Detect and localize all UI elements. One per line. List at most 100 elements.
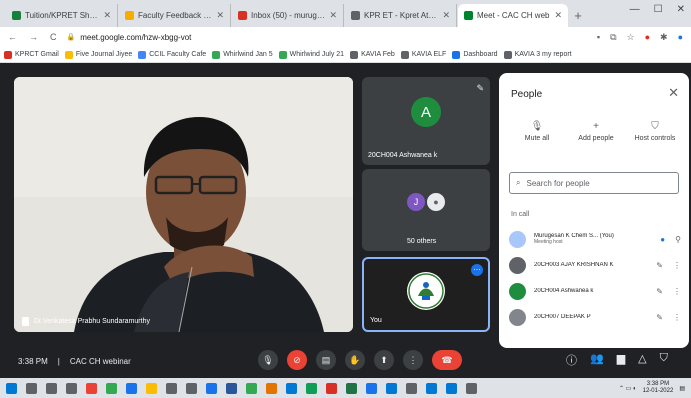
more-vert-icon[interactable]: ⋮: [673, 261, 681, 270]
browser-tab[interactable]: KPR ET - Kpret Attend ✕: [345, 4, 457, 27]
meeting-divider: |: [57, 357, 60, 366]
bookmark-item[interactable]: Five Journal Jiyee: [64, 50, 132, 59]
star-icon[interactable]: ☆: [627, 32, 635, 43]
tab-close-icon[interactable]: ✕: [329, 10, 337, 21]
people-action-button[interactable]: + Add people: [568, 121, 624, 142]
taskbar-app-icon[interactable]: [446, 382, 457, 394]
camera-button[interactable]: ⊘: [287, 350, 307, 370]
extension-icon[interactable]: ●: [645, 32, 650, 43]
taskbar-app-icon[interactable]: [206, 382, 217, 394]
present-button[interactable]: ⬆: [374, 350, 394, 370]
browser-tab[interactable]: Meet - CAC CH web ✕: [458, 4, 568, 27]
cast-icon[interactable]: ⧉: [610, 32, 616, 43]
participant-row[interactable]: 20CH004 Ashwanea k ✎ ⋮: [499, 278, 689, 304]
back-icon[interactable]: ←: [8, 32, 17, 42]
forward-icon[interactable]: →: [29, 32, 38, 42]
profile-icon[interactable]: ●: [678, 32, 683, 43]
raise-hand-button[interactable]: ✋: [345, 350, 365, 370]
more-options-button[interactable]: ⋮: [403, 350, 423, 370]
omnibox[interactable]: 🔒 meet.google.com/hzw-xbgg-vot: [67, 30, 597, 45]
mic-off-icon[interactable]: ✎: [656, 287, 663, 296]
self-view-tile[interactable]: ⋯ You: [362, 257, 490, 332]
taskbar-app-icon[interactable]: [46, 382, 57, 394]
taskbar-app-icon[interactable]: [286, 382, 297, 394]
bookmark-item[interactable]: Whirlwind Jan 5: [212, 50, 273, 59]
participant-row[interactable]: 20CH003 AJAY KRISHNAN K ✎ ⋮: [499, 252, 689, 278]
taskbar-app-icon[interactable]: [366, 382, 377, 394]
taskbar-app-icon[interactable]: [406, 382, 417, 394]
search-input[interactable]: ⌕ Search for people: [509, 172, 679, 194]
mic-button[interactable]: 🎙: [258, 350, 278, 370]
taskbar-app-icon[interactable]: [426, 382, 437, 394]
minimize-icon[interactable]: —: [630, 4, 640, 15]
taskbar-app-icon[interactable]: [386, 382, 397, 394]
tab-close-icon[interactable]: ✕: [103, 10, 111, 21]
taskbar-app-icon[interactable]: [466, 382, 477, 394]
mic-off-icon[interactable]: ✎: [656, 261, 663, 270]
bookmark-favicon-icon: [64, 50, 73, 59]
start-icon[interactable]: [6, 382, 17, 394]
maximize-icon[interactable]: ☐: [654, 4, 663, 15]
people-action-button[interactable]: 🎙 Mute all: [509, 121, 565, 142]
pin-icon[interactable]: [22, 317, 29, 326]
add-person-icon: +: [593, 121, 599, 132]
reload-icon[interactable]: C: [50, 32, 57, 42]
tab-close-icon[interactable]: ✕: [554, 10, 562, 21]
people-icon[interactable]: 👥: [590, 352, 604, 368]
bookmark-item[interactable]: KPRCT Gmail: [4, 50, 59, 59]
bookmark-item[interactable]: Dashboard: [452, 50, 498, 59]
info-icon[interactable]: ⓘ: [566, 352, 577, 368]
bookmark-item[interactable]: KAVIA Feb: [350, 50, 395, 59]
participant-row[interactable]: 20CH007 DEEPAK P ✎ ⋮: [499, 304, 689, 330]
chat-icon[interactable]: ▆: [617, 352, 625, 368]
tab-title: Inbox (50) - murugesan: [251, 11, 326, 20]
taskbar-app-icon[interactable]: [266, 382, 277, 394]
captions-button[interactable]: ▤: [316, 350, 336, 370]
puzzle-icon[interactable]: ✱: [660, 32, 668, 43]
taskbar-app-icon[interactable]: [26, 382, 37, 394]
pin-icon[interactable]: ⚲: [675, 235, 681, 244]
bookmark-item[interactable]: CCIL Faculty Cafe: [138, 50, 206, 59]
bookmark-item[interactable]: KAVIA 3 my report: [503, 50, 572, 59]
participant-row[interactable]: Murugesan K Chem S... (You) Meeting host ●…: [499, 226, 689, 252]
people-action-label: Add people: [578, 135, 614, 142]
more-vert-icon[interactable]: ⋮: [673, 287, 681, 296]
taskbar-app-icon[interactable]: [306, 382, 317, 394]
tab-close-icon[interactable]: ✕: [442, 10, 450, 21]
people-action-button[interactable]: ⛉ Host controls: [627, 121, 683, 142]
bookmark-item[interactable]: Whirlwind July 21: [278, 50, 344, 59]
taskbar-app-icon[interactable]: [186, 382, 197, 394]
close-icon[interactable]: ✕: [668, 85, 679, 101]
browser-tab[interactable]: Inbox (50) - murugesan✕: [232, 4, 344, 27]
avatar: ●: [426, 191, 446, 212]
taskbar-app-icon[interactable]: [326, 382, 337, 394]
host-controls-icon[interactable]: ⛉: [660, 352, 668, 368]
activities-icon[interactable]: △: [638, 352, 646, 368]
notification-icon[interactable]: ▤: [679, 385, 685, 392]
clock[interactable]: 3:38 PM 12-01-2022: [643, 381, 674, 395]
browser-tab[interactable]: Tuition/KPRET Sheet - Fun✕: [6, 4, 118, 27]
taskbar-app-icon[interactable]: [346, 382, 357, 394]
tab-close-icon[interactable]: ✕: [216, 10, 224, 21]
taskbar-app-icon[interactable]: [226, 382, 237, 394]
new-tab-button[interactable]: +: [569, 4, 587, 27]
taskbar-app-icon[interactable]: [86, 382, 97, 394]
taskbar-app-icon[interactable]: [166, 382, 177, 394]
participant-tile[interactable]: A ✎ 20CH004 Ashwanea k: [362, 77, 490, 165]
bookmark-item[interactable]: KAVIA ELF: [400, 50, 446, 59]
browser-tab[interactable]: Faculty Feedback Sheet (Res✕: [119, 4, 231, 27]
taskbar-app-icon[interactable]: [66, 382, 77, 394]
bookmark-favicon-icon: [138, 50, 147, 59]
more-options-icon[interactable]: ⋯: [471, 264, 483, 276]
taskbar-app-icon[interactable]: [246, 382, 257, 394]
more-vert-icon[interactable]: ⋮: [673, 313, 681, 322]
leave-call-button[interactable]: ☎: [432, 350, 462, 370]
main-video-tile[interactable]: Dr.Venkatesa Prabhu Sundaramurthy: [14, 77, 353, 332]
mic-off-icon[interactable]: ✎: [656, 313, 663, 322]
close-window-icon[interactable]: ✕: [677, 4, 685, 15]
taskbar-app-icon[interactable]: [146, 382, 157, 394]
taskbar-app-icon[interactable]: [106, 382, 117, 394]
others-tile[interactable]: J ● 50 others: [362, 169, 490, 251]
camera-indicator-icon[interactable]: ▪: [597, 32, 600, 43]
taskbar-app-icon[interactable]: [126, 382, 137, 394]
